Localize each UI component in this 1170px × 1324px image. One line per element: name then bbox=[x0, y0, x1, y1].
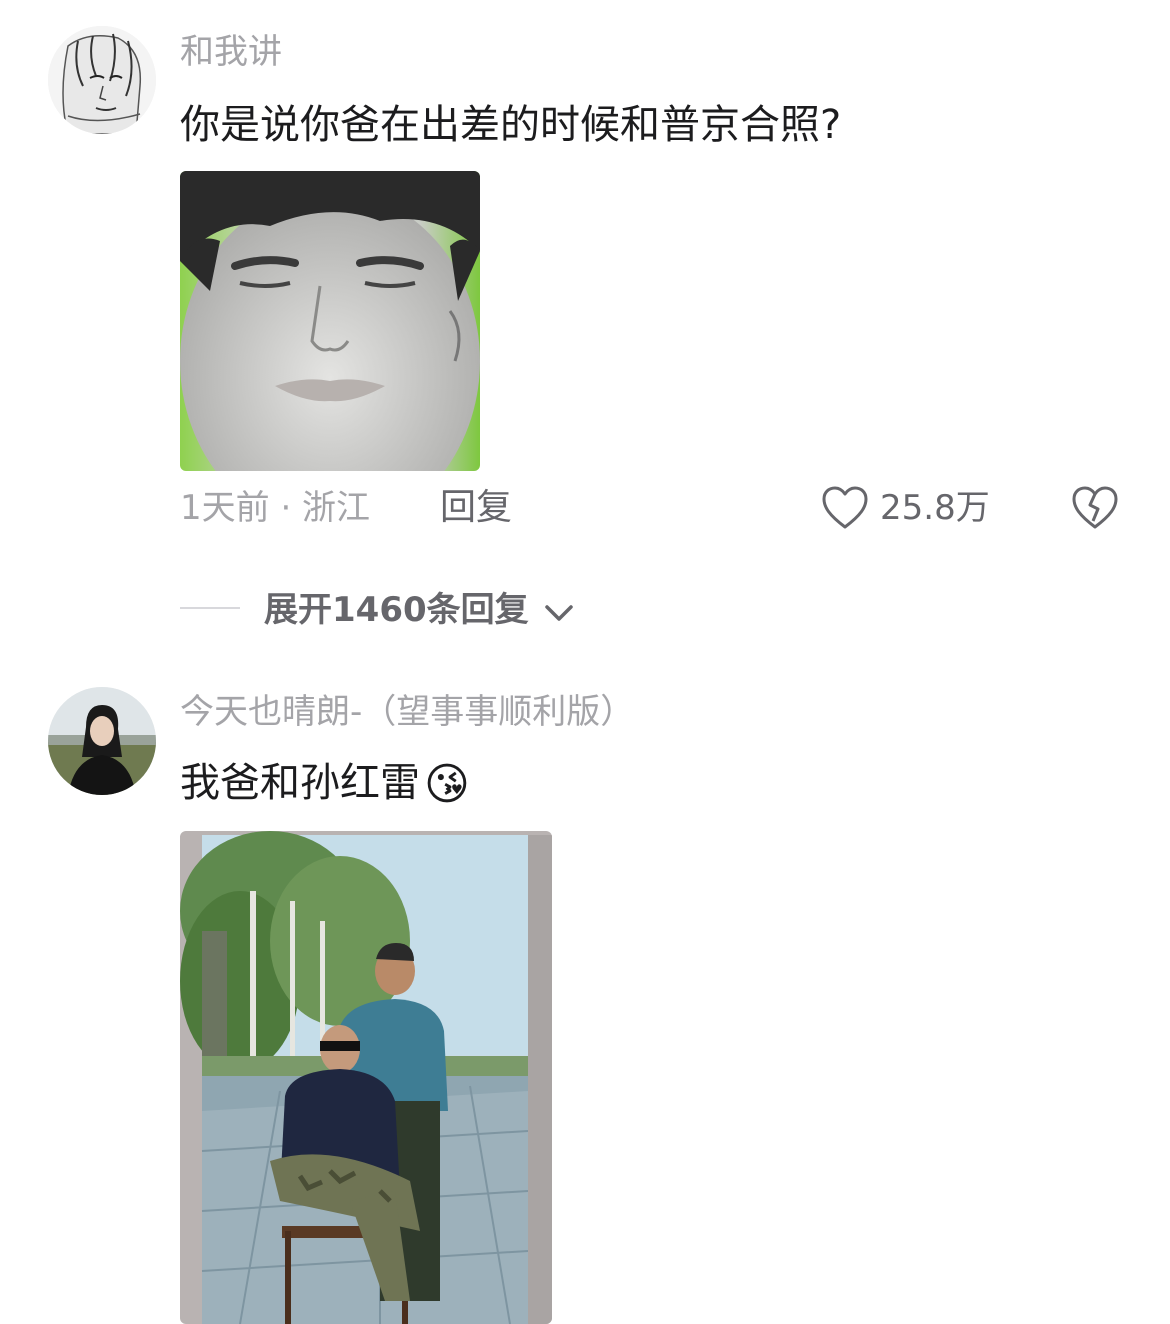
expand-divider bbox=[180, 607, 240, 609]
expand-replies-button[interactable]: 展开1460条回复 bbox=[264, 588, 574, 634]
comment-time-location: 1天前 · 浙江 bbox=[180, 488, 371, 528]
dislike-broken-heart-icon[interactable] bbox=[1071, 485, 1119, 535]
like-heart-icon[interactable] bbox=[821, 485, 869, 535]
reply-button[interactable]: 回复 bbox=[440, 486, 512, 530]
old-photo-two-men bbox=[180, 831, 552, 1324]
avatar[interactable] bbox=[48, 26, 156, 134]
comment-username[interactable]: 今天也晴朗-（望事事顺利版） bbox=[180, 692, 634, 732]
comment-text: 你是说你爸在出差的时候和普京合照? bbox=[180, 102, 842, 148]
comment-username[interactable]: 和我讲 bbox=[180, 32, 282, 72]
avatar-sketch-portrait bbox=[48, 26, 156, 134]
kiss-emoji-icon: 😘 bbox=[424, 759, 470, 810]
comment-text: 我爸和孙红雷😘 bbox=[180, 758, 470, 810]
meme-face-image bbox=[180, 171, 480, 471]
avatar-photo-portrait bbox=[48, 687, 156, 795]
expand-replies-label: 展开1460条回复 bbox=[264, 590, 529, 630]
like-count: 25.8万 bbox=[880, 488, 990, 528]
chevron-down-icon bbox=[544, 590, 574, 634]
comment-image-meme[interactable] bbox=[180, 171, 480, 471]
comment-text-content: 我爸和孙红雷 bbox=[180, 760, 420, 806]
avatar[interactable] bbox=[48, 687, 156, 795]
comment-image-photo[interactable] bbox=[180, 831, 552, 1324]
